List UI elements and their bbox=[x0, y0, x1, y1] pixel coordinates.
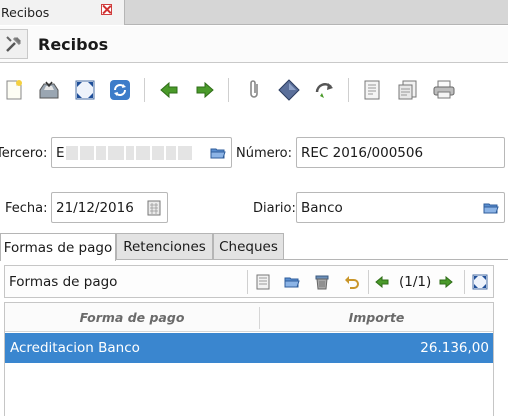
cell-importe: 26.136,00 bbox=[420, 340, 489, 356]
next-record-icon[interactable] bbox=[437, 273, 455, 291]
payment-methods-table: Forma de pago Importe Acreditacion Banco… bbox=[4, 302, 494, 416]
folder-open-icon[interactable] bbox=[482, 199, 500, 217]
detail-tabs: Formas de pago Retenciones Cheques bbox=[0, 233, 508, 261]
delete-icon[interactable] bbox=[313, 273, 331, 291]
relate-icon[interactable] bbox=[313, 78, 337, 102]
fecha-label: Fecha: bbox=[5, 201, 48, 216]
attachment-icon[interactable] bbox=[242, 78, 266, 102]
reload-icon[interactable] bbox=[108, 78, 132, 102]
toolbar-separator bbox=[144, 78, 145, 102]
report-icon[interactable] bbox=[360, 78, 384, 102]
main-toolbar bbox=[0, 70, 508, 110]
previous-record-icon[interactable] bbox=[373, 273, 391, 291]
tools-icon[interactable] bbox=[0, 29, 28, 59]
diario-label: Diario: bbox=[253, 201, 296, 216]
new-icon[interactable] bbox=[2, 78, 26, 102]
record-counter: (1/1) bbox=[399, 274, 432, 290]
email-icon[interactable] bbox=[396, 78, 420, 102]
numero-value: REC 2016/000506 bbox=[301, 144, 424, 161]
diario-value: Banco bbox=[301, 199, 343, 216]
redacted-text bbox=[66, 146, 192, 160]
fecha-field[interactable]: 21/12/2016 bbox=[51, 192, 168, 223]
calendar-icon[interactable] bbox=[145, 199, 163, 217]
title-bar: Recibos bbox=[0, 26, 508, 63]
open-icon[interactable] bbox=[283, 273, 301, 291]
print-icon[interactable] bbox=[432, 78, 456, 102]
lines-toolbar: Formas de pago (1/1) bbox=[4, 265, 494, 298]
toolbar-separator bbox=[348, 78, 349, 102]
cell-forma-de-pago: Acreditacion Banco bbox=[10, 340, 140, 356]
next-icon[interactable] bbox=[193, 78, 217, 102]
column-header-importe[interactable]: Importe bbox=[260, 303, 493, 332]
table-row[interactable]: Acreditacion Banco 26.136,00 bbox=[5, 333, 493, 363]
toolbar-separator bbox=[228, 78, 229, 102]
close-tab-icon[interactable] bbox=[101, 4, 112, 15]
tercero-field[interactable]: E bbox=[51, 137, 232, 168]
window-tab-label: Recibos bbox=[1, 5, 50, 20]
undo-icon[interactable] bbox=[343, 273, 361, 291]
tercero-label: Tercero: bbox=[0, 146, 48, 161]
numero-label: Número: bbox=[236, 146, 293, 161]
tab-cheques[interactable]: Cheques bbox=[213, 233, 284, 260]
page-title: Recibos bbox=[38, 35, 109, 54]
toolbar-separator bbox=[464, 270, 465, 294]
action-icon[interactable] bbox=[277, 78, 301, 102]
table-header: Forma de pago Importe bbox=[5, 303, 493, 332]
switch-view-icon[interactable] bbox=[471, 273, 489, 291]
tab-retenciones[interactable]: Retenciones bbox=[116, 233, 213, 260]
window-tab-recibos[interactable]: Recibos bbox=[0, 0, 125, 25]
save-icon[interactable] bbox=[37, 78, 61, 102]
new-record-icon[interactable] bbox=[254, 273, 272, 291]
fullscreen-icon[interactable] bbox=[73, 78, 97, 102]
numero-field[interactable]: REC 2016/000506 bbox=[296, 137, 505, 168]
column-header-forma-de-pago[interactable]: Forma de pago bbox=[5, 303, 259, 332]
window-tab-strip: Recibos bbox=[0, 0, 508, 25]
tercero-value: E bbox=[56, 144, 65, 161]
lines-title: Formas de pago bbox=[9, 274, 118, 290]
toolbar-separator bbox=[368, 270, 369, 294]
toolbar-separator bbox=[247, 270, 248, 294]
diario-field[interactable]: Banco bbox=[296, 192, 505, 223]
fecha-value: 21/12/2016 bbox=[56, 199, 134, 216]
previous-icon[interactable] bbox=[157, 78, 181, 102]
tab-formas-de-pago[interactable]: Formas de pago bbox=[0, 233, 116, 261]
folder-open-icon[interactable] bbox=[209, 144, 227, 162]
